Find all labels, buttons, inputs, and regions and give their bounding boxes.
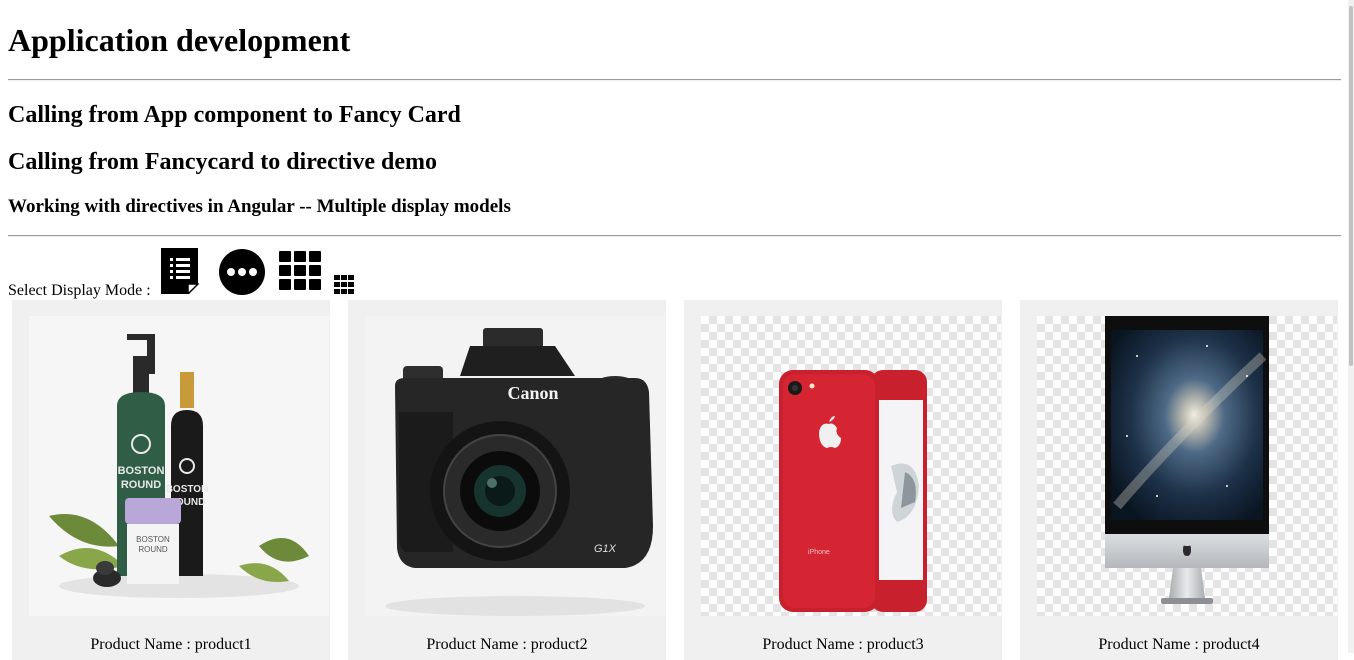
product-caption-4: Product Name : product4 [1098, 636, 1260, 653]
canon-camera-image: Canon G1X [365, 316, 665, 616]
large-grid-icon[interactable] [279, 251, 322, 291]
product-image-4[interactable] [1037, 316, 1337, 616]
cosmetics-bottles-image: BOSTON ROUND BOSTON ROUND BOSTON ROUND [29, 316, 329, 616]
jar-brand-text: BOSTON [136, 535, 170, 544]
display-mode-label: Select Display Mode : [8, 282, 151, 299]
product-card-4[interactable]: Product Name : product4 [1020, 300, 1338, 660]
camera-brand-text: Canon [507, 383, 558, 403]
product-caption-1: Product Name : product1 [90, 636, 252, 653]
product-card-3[interactable]: iPhone Product Name : product3 [684, 300, 1002, 660]
product-card-2[interactable]: Canon G1X Product Name : product2 [348, 300, 666, 660]
bottle-line-text: ROUND [121, 479, 161, 491]
more-horizontal-circle-icon[interactable] [218, 248, 266, 296]
product-image-1[interactable]: BOSTON ROUND BOSTON ROUND BOSTON ROUND [29, 316, 329, 616]
vertical-scrollbar[interactable] [1348, 0, 1354, 653]
section-divider [8, 235, 1341, 237]
camera-model-text: G1X [594, 543, 617, 555]
header-divider [8, 79, 1341, 81]
section-subheading-directives: Working with directives in Angular -- Mu… [8, 196, 511, 217]
product-image-2[interactable]: Canon G1X [365, 316, 665, 616]
product-image-3[interactable]: iPhone [701, 316, 1001, 616]
section-heading-app-to-card: Calling from App component to Fancy Card [8, 102, 461, 128]
section-heading-card-to-directive: Calling from Fancycard to directive demo [8, 149, 438, 175]
small-grid-icon[interactable] [334, 275, 356, 295]
imac-desktop-image [1105, 316, 1269, 604]
page-title: Application development [8, 22, 351, 58]
product-caption-3: Product Name : product3 [762, 636, 924, 653]
bottle2-brand-text: BOSTON [166, 484, 209, 495]
red-iphone-image: iPhone [779, 370, 927, 612]
jar-line-text: ROUND [138, 545, 168, 554]
scrollbar-thumb[interactable] [1349, 6, 1353, 366]
list-document-icon[interactable] [161, 248, 199, 294]
phone-brand-text: iPhone [808, 549, 830, 556]
product-caption-2: Product Name : product2 [426, 636, 588, 653]
bottle-brand-text: BOSTON [118, 465, 165, 477]
product-card-1[interactable]: BOSTON ROUND BOSTON ROUND BOSTON ROUND P… [12, 300, 330, 660]
